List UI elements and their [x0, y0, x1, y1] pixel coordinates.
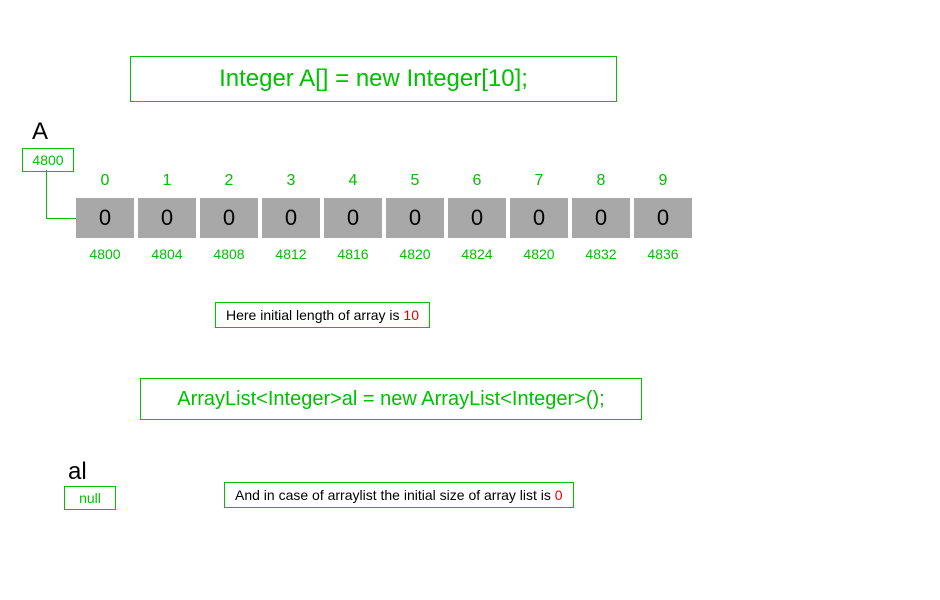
- array-cell: 0: [262, 198, 320, 238]
- index-label: 7: [510, 172, 568, 190]
- note-arraylist-size: And in case of arraylist the initial siz…: [224, 482, 574, 508]
- address-label: 4820: [510, 246, 568, 262]
- array-cell: 0: [200, 198, 258, 238]
- note-prefix: And in case of arraylist the initial siz…: [235, 487, 555, 503]
- reference-al-box: null: [64, 486, 116, 510]
- reference-a-box: 4800: [22, 148, 74, 172]
- index-label: 5: [386, 172, 444, 190]
- note-array-length: Here initial length of array is 10: [215, 302, 430, 328]
- index-label: 8: [572, 172, 630, 190]
- address-row: 4800 4804 4808 4812 4816 4820 4824 4820 …: [76, 246, 696, 262]
- array-cell: 0: [138, 198, 196, 238]
- index-label: 9: [634, 172, 692, 190]
- address-label: 4804: [138, 246, 196, 262]
- arraylist-declaration-box: ArrayList<Integer>al = new ArrayList<Int…: [140, 378, 642, 420]
- note-prefix: Here initial length of array is: [226, 307, 403, 323]
- array-cell: 0: [324, 198, 382, 238]
- index-row: 0 1 2 3 4 5 6 7 8 9: [76, 172, 696, 190]
- array-cell: 0: [510, 198, 568, 238]
- array-cell: 0: [448, 198, 506, 238]
- index-label: 1: [138, 172, 196, 190]
- index-label: 4: [324, 172, 382, 190]
- address-label: 4836: [634, 246, 692, 262]
- connector-horizontal: [46, 218, 76, 219]
- address-label: 4820: [386, 246, 444, 262]
- address-label: 4800: [76, 246, 134, 262]
- array-cell: 0: [386, 198, 444, 238]
- index-label: 2: [200, 172, 258, 190]
- index-label: 6: [448, 172, 506, 190]
- address-label: 4808: [200, 246, 258, 262]
- array-cell: 0: [76, 198, 134, 238]
- note-value: 0: [555, 487, 563, 503]
- connector-vertical: [46, 170, 47, 218]
- array-cell: 0: [572, 198, 630, 238]
- variable-a-label: A: [32, 118, 48, 146]
- address-label: 4812: [262, 246, 320, 262]
- array-cell: 0: [634, 198, 692, 238]
- address-label: 4816: [324, 246, 382, 262]
- note-value: 10: [403, 307, 419, 323]
- array-row: 0 0 0 0 0 0 0 0 0 0: [76, 198, 696, 238]
- address-label: 4824: [448, 246, 506, 262]
- array-declaration-box: Integer A[] = new Integer[10];: [130, 56, 617, 102]
- variable-al-label: al: [68, 458, 87, 486]
- index-label: 3: [262, 172, 320, 190]
- index-label: 0: [76, 172, 134, 190]
- address-label: 4832: [572, 246, 630, 262]
